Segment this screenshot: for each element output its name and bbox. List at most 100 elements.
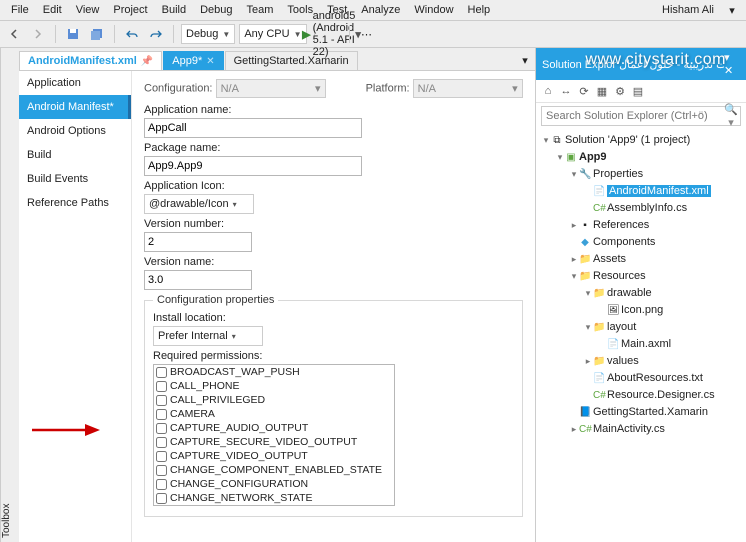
tree-aboutres[interactable]: AboutResources.txt: [607, 372, 703, 384]
permission-checkbox[interactable]: [156, 479, 167, 490]
nav-android-options[interactable]: Android Options: [19, 119, 131, 143]
tree-getstarted[interactable]: GettingStarted.Xamarin: [593, 406, 708, 418]
nav-android-manifest[interactable]: Android Manifest*: [19, 95, 131, 119]
permission-checkbox[interactable]: [156, 423, 167, 434]
solution-search[interactable]: 🔍 ▾: [541, 106, 741, 126]
package-name-input[interactable]: [144, 156, 362, 176]
nav-build-events[interactable]: Build Events: [19, 167, 131, 191]
save-icon[interactable]: [63, 24, 83, 44]
tree-properties[interactable]: Properties: [593, 168, 643, 180]
menu-view[interactable]: View: [69, 2, 107, 18]
permission-checkbox[interactable]: [156, 367, 167, 378]
tree-mainactivity[interactable]: MainActivity.cs: [593, 423, 665, 435]
permissions-listbox[interactable]: BROADCAST_WAP_PUSHCALL_PHONECALL_PRIVILE…: [153, 364, 395, 506]
platform-combo[interactable]: Any CPU▼: [239, 24, 306, 44]
properties-icon[interactable]: ⚙: [612, 83, 628, 99]
tree-solution[interactable]: Solution 'App9' (1 project): [565, 134, 690, 146]
home-icon[interactable]: ⌂: [540, 83, 556, 99]
version-number-input[interactable]: [144, 232, 252, 252]
version-name-input[interactable]: [144, 270, 252, 290]
solution-explorer-title: Solution Explor دورات تدريبية - حلول اعم…: [536, 48, 746, 80]
collapse-icon[interactable]: ↔: [558, 83, 574, 99]
undo-icon[interactable]: [122, 24, 142, 44]
save-all-icon[interactable]: [87, 24, 107, 44]
search-icon[interactable]: 🔍 ▾: [722, 103, 740, 129]
permission-item[interactable]: CHANGE_CONFIGURATION: [154, 477, 394, 491]
platform-filter-combo: N/A▾: [413, 79, 523, 98]
menu-team[interactable]: Team: [240, 2, 281, 18]
solution-tree[interactable]: ▾⧉Solution 'App9' (1 project) ▾▣App9 ▾🔧P…: [536, 129, 746, 542]
permission-checkbox[interactable]: [156, 437, 167, 448]
panel-dropdown-icon[interactable]: ▾ ✕: [724, 51, 740, 77]
tree-components[interactable]: Components: [593, 236, 655, 248]
permission-item[interactable]: CAMERA: [154, 407, 394, 421]
permission-label: CALL_PHONE: [170, 379, 239, 393]
permission-checkbox[interactable]: [156, 395, 167, 406]
nav-back-icon[interactable]: [4, 24, 24, 44]
config-combo[interactable]: Debug▼: [181, 24, 235, 44]
permission-item[interactable]: CALL_PRIVILEGED: [154, 393, 394, 407]
config-properties-group: Configuration properties Install locatio…: [144, 294, 523, 517]
redo-icon[interactable]: [146, 24, 166, 44]
app-icon-combo[interactable]: @drawable/Icon▾: [144, 194, 254, 214]
tree-iconpng[interactable]: Icon.png: [621, 304, 663, 316]
tab-list-dropdown-icon[interactable]: ▾: [515, 50, 535, 70]
tree-references[interactable]: References: [593, 219, 649, 231]
solution-search-input[interactable]: [542, 110, 722, 122]
menu-window[interactable]: Window: [407, 2, 460, 18]
permission-checkbox[interactable]: [156, 493, 167, 504]
show-all-icon[interactable]: ▦: [594, 83, 610, 99]
permission-checkbox[interactable]: [156, 465, 167, 476]
start-debug-button[interactable]: ▶android5 (Android 5.1 - API 22) ▾: [322, 24, 342, 44]
permission-checkbox[interactable]: [156, 451, 167, 462]
tree-resources[interactable]: Resources: [593, 270, 646, 282]
permission-item[interactable]: BROADCAST_WAP_PUSH: [154, 365, 394, 379]
toolbox-tab[interactable]: Toolbox: [0, 48, 19, 542]
tree-assemblyinfo[interactable]: AssemblyInfo.cs: [607, 202, 687, 214]
permission-item[interactable]: CHANGE_COMPONENT_ENABLED_STATE: [154, 463, 394, 477]
permission-item[interactable]: CAPTURE_VIDEO_OUTPUT: [154, 449, 394, 463]
tree-resdesigner[interactable]: Resource.Designer.cs: [607, 389, 715, 401]
menu-debug[interactable]: Debug: [193, 2, 239, 18]
nav-forward-icon[interactable]: [28, 24, 48, 44]
menu-edit[interactable]: Edit: [36, 2, 69, 18]
permission-label: CAMERA: [170, 407, 215, 421]
app-name-input[interactable]: [144, 118, 362, 138]
tree-values[interactable]: values: [607, 355, 639, 367]
menu-file[interactable]: File: [4, 2, 36, 18]
install-location-combo[interactable]: Prefer Internal▾: [153, 326, 263, 346]
package-name-label: Package name:: [144, 142, 523, 154]
close-icon[interactable]: ✕: [206, 56, 214, 67]
menu-build[interactable]: Build: [155, 2, 193, 18]
pushpin-icon[interactable]: 📌: [141, 56, 153, 67]
permission-checkbox[interactable]: [156, 381, 167, 392]
permission-label: CHANGE_NETWORK_STATE: [170, 491, 313, 505]
menu-project[interactable]: Project: [106, 2, 154, 18]
config-filter-label: Configuration:: [144, 83, 213, 95]
permission-item[interactable]: CHANGE_NETWORK_STATE: [154, 491, 394, 505]
tree-mainaxml[interactable]: Main.axml: [621, 338, 671, 350]
user-name[interactable]: Hisham Ali: [654, 2, 722, 18]
menu-bar: File Edit View Project Build Debug Team …: [0, 0, 746, 21]
nav-application[interactable]: Application: [19, 71, 131, 95]
tree-layout[interactable]: layout: [607, 321, 636, 333]
toolbar-overflow-icon[interactable]: ⋯: [357, 24, 377, 44]
permission-item[interactable]: CALL_PHONE: [154, 379, 394, 393]
permission-item[interactable]: CAPTURE_AUDIO_OUTPUT: [154, 421, 394, 435]
permission-item[interactable]: CAPTURE_SECURE_VIDEO_OUTPUT: [154, 435, 394, 449]
user-dropdown-icon[interactable]: ▾: [722, 0, 742, 20]
tree-project[interactable]: App9: [579, 151, 607, 163]
tree-assets[interactable]: Assets: [593, 253, 626, 265]
preview-icon[interactable]: ▤: [630, 83, 646, 99]
menu-help[interactable]: Help: [461, 2, 498, 18]
tab-app9[interactable]: App9*✕: [163, 51, 223, 70]
permission-checkbox[interactable]: [156, 409, 167, 420]
tree-drawable[interactable]: drawable: [607, 287, 652, 299]
menu-analyze[interactable]: Analyze: [354, 2, 407, 18]
tree-manifest[interactable]: AndroidManifest.xml: [607, 185, 711, 197]
tab-manifest[interactable]: AndroidManifest.xml📌: [19, 51, 162, 70]
nav-build[interactable]: Build: [19, 143, 131, 167]
nav-reference-paths[interactable]: Reference Paths: [19, 191, 131, 215]
app-name-label: Application name:: [144, 104, 523, 116]
refresh-icon[interactable]: ⟳: [576, 83, 592, 99]
